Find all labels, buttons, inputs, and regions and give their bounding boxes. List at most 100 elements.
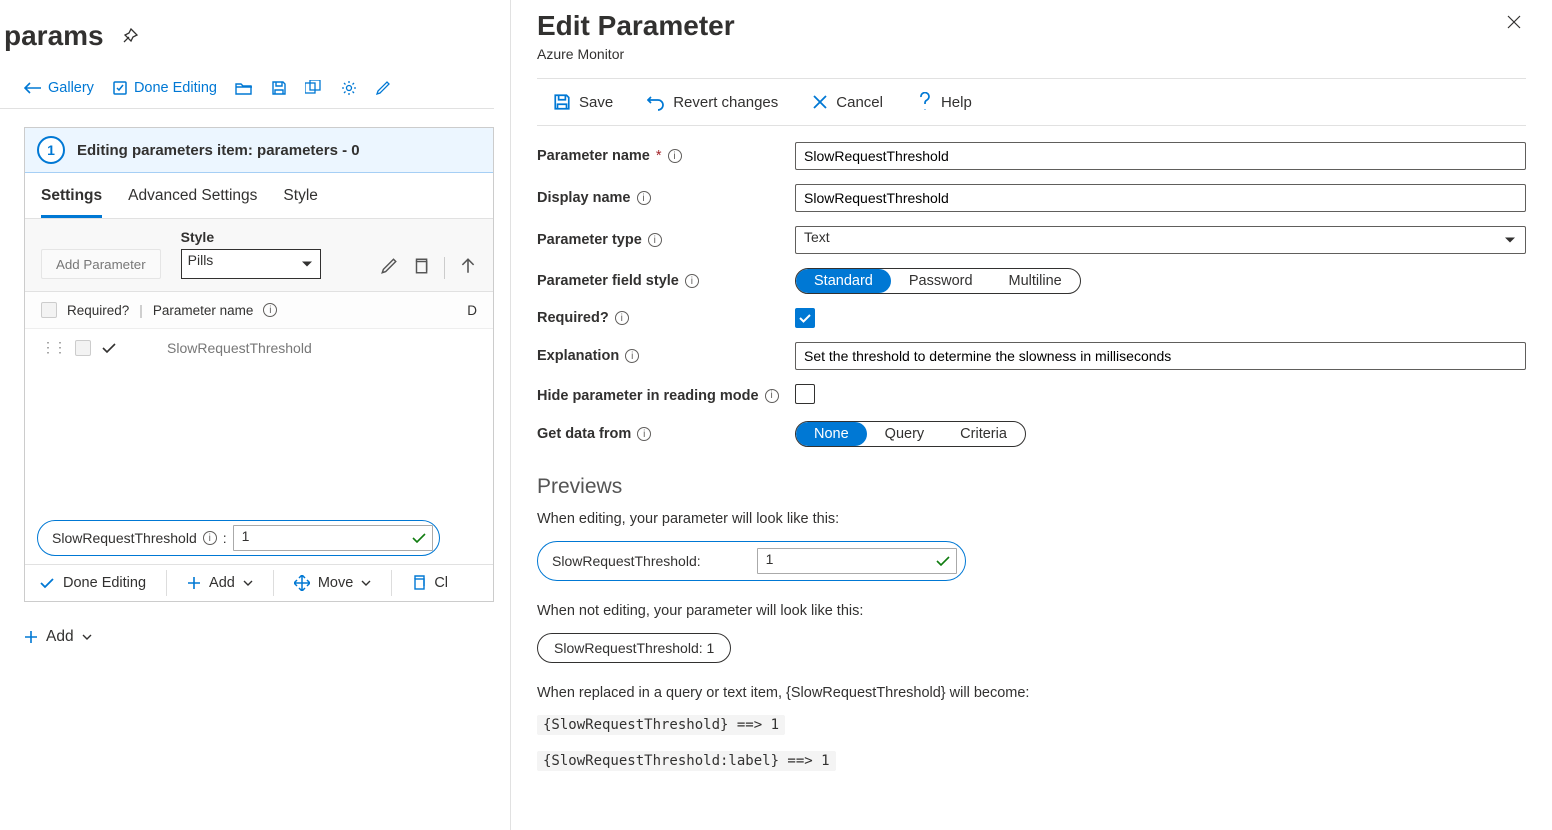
- getdata-segmented: None Query Criteria: [795, 421, 1026, 447]
- fieldstyle-label: Parameter field style: [537, 273, 679, 289]
- panel-toolbar: Save Revert changes Cancel Help: [537, 78, 1526, 126]
- preview-code-2: {SlowRequestThreshold:label} ==> 1: [537, 751, 836, 771]
- previews-section-title: Previews: [537, 475, 1526, 499]
- style-label: Style: [181, 229, 321, 245]
- check-icon: [798, 313, 812, 324]
- step-badge: 1: [37, 136, 65, 164]
- preview-editing-text: When editing, your parameter will look l…: [537, 511, 1526, 527]
- displayname-input[interactable]: [795, 184, 1526, 212]
- chevron-down-icon: [82, 634, 92, 640]
- done-editing-button[interactable]: Done Editing: [112, 80, 217, 96]
- parameters-card: 1 Editing parameters item: parameters - …: [24, 127, 494, 602]
- info-icon[interactable]: i: [625, 349, 639, 363]
- revert-button[interactable]: Revert changes: [641, 91, 784, 113]
- add-footer-button[interactable]: Add: [173, 565, 267, 601]
- preview-pill-input[interactable]: 1: [757, 548, 957, 574]
- copy-icon: [412, 575, 426, 591]
- info-icon[interactable]: i: [637, 427, 651, 441]
- tab-style[interactable]: Style: [283, 187, 317, 218]
- close-button[interactable]: [1502, 10, 1526, 34]
- save-icon[interactable]: [271, 80, 287, 96]
- save-button[interactable]: Save: [547, 91, 619, 113]
- preview-pill-label: SlowRequestThreshold:: [552, 553, 701, 569]
- paramname-label: Parameter name: [537, 148, 650, 164]
- info-icon[interactable]: i: [615, 311, 629, 325]
- info-icon[interactable]: i: [203, 531, 217, 545]
- cancel-button[interactable]: Cancel: [806, 91, 889, 113]
- tab-settings[interactable]: Settings: [41, 187, 102, 218]
- pin-button[interactable]: [118, 24, 142, 48]
- chevron-down-icon: [361, 580, 371, 586]
- drag-handle-icon[interactable]: ⋮⋮: [41, 339, 65, 356]
- paramtype-label: Parameter type: [537, 232, 642, 248]
- done-editing-footer-button[interactable]: Done Editing: [25, 565, 160, 601]
- move-up-icon[interactable]: [459, 257, 477, 279]
- grid-header: Required? | Parameter name i D: [25, 292, 493, 329]
- clone-footer-button[interactable]: Cl: [398, 565, 462, 601]
- explanation-label: Explanation: [537, 348, 619, 364]
- hide-label: Hide parameter in reading mode: [537, 388, 759, 404]
- row-checkbox[interactable]: [75, 340, 91, 356]
- required-label: Required?: [537, 310, 609, 326]
- hide-checkbox[interactable]: [795, 384, 815, 404]
- pill-label: SlowRequestThreshold: [52, 530, 197, 546]
- save-icon: [553, 93, 571, 111]
- add-parameter-button[interactable]: Add Parameter: [41, 249, 161, 279]
- preview-readonly-text: When not editing, your parameter will lo…: [537, 603, 1526, 619]
- move-icon: [294, 575, 310, 591]
- valid-check-icon: [412, 533, 426, 543]
- info-icon[interactable]: i: [263, 303, 277, 317]
- getdata-label: Get data from: [537, 426, 631, 442]
- tab-advanced-settings[interactable]: Advanced Settings: [128, 187, 257, 218]
- required-star: *: [656, 148, 662, 164]
- info-icon[interactable]: i: [685, 274, 699, 288]
- edit-pencil-icon[interactable]: [375, 80, 391, 96]
- preview-replaced-text: When replaced in a query or text item, {…: [537, 685, 1526, 701]
- paramname-input[interactable]: [795, 142, 1526, 170]
- save-as-icon[interactable]: [305, 80, 323, 96]
- style-select[interactable]: Pills: [181, 249, 321, 279]
- info-icon[interactable]: i: [637, 191, 651, 205]
- help-button[interactable]: Help: [911, 91, 978, 113]
- fieldstyle-standard[interactable]: Standard: [796, 269, 891, 293]
- paramtype-select[interactable]: Text: [795, 226, 1526, 254]
- page-title: params: [4, 20, 104, 52]
- info-icon[interactable]: i: [765, 389, 779, 403]
- explanation-input[interactable]: [795, 342, 1526, 370]
- move-footer-button[interactable]: Move: [280, 565, 385, 601]
- preview-code-1: {SlowRequestThreshold} ==> 1: [537, 715, 785, 735]
- parameter-form: Parameter name * i Display name i Parame…: [537, 142, 1526, 447]
- edit-row-icon[interactable]: [380, 257, 398, 279]
- pill-input[interactable]: 1: [233, 525, 433, 551]
- pin-icon: [122, 28, 138, 44]
- fieldstyle-password[interactable]: Password: [891, 269, 991, 293]
- getdata-criteria[interactable]: Criteria: [942, 422, 1025, 446]
- add-component-button[interactable]: Add: [24, 628, 494, 646]
- settings-gear-icon[interactable]: [341, 80, 357, 96]
- select-all-checkbox[interactable]: [41, 302, 57, 318]
- info-icon[interactable]: i: [648, 233, 662, 247]
- plus-icon: [187, 576, 201, 590]
- preview-editing-pill: SlowRequestThreshold: 1: [537, 541, 966, 581]
- valid-check-icon: [936, 556, 950, 566]
- table-row[interactable]: ⋮⋮ SlowRequestThreshold: [25, 329, 493, 366]
- open-icon[interactable]: [235, 81, 253, 95]
- getdata-none[interactable]: None: [796, 422, 867, 446]
- required-checkbox[interactable]: [795, 308, 815, 328]
- getdata-query[interactable]: Query: [867, 422, 943, 446]
- info-icon[interactable]: i: [668, 149, 682, 163]
- copy-icon[interactable]: [412, 257, 430, 279]
- gallery-button[interactable]: Gallery: [24, 80, 94, 96]
- plus-icon: [24, 630, 38, 644]
- panel-subtitle: Azure Monitor: [537, 46, 735, 62]
- fieldstyle-multiline[interactable]: Multiline: [991, 269, 1080, 293]
- undo-icon: [647, 93, 665, 111]
- parameter-pill: SlowRequestThreshold i : 1: [37, 520, 440, 556]
- fieldstyle-segmented: Standard Password Multiline: [795, 268, 1081, 294]
- displayname-column-initial: D: [467, 303, 477, 318]
- help-icon: [917, 92, 933, 112]
- chevron-down-icon: [243, 580, 253, 586]
- required-column: Required?: [67, 303, 129, 318]
- row-paramname: SlowRequestThreshold: [167, 340, 312, 356]
- close-icon: [1506, 14, 1522, 30]
